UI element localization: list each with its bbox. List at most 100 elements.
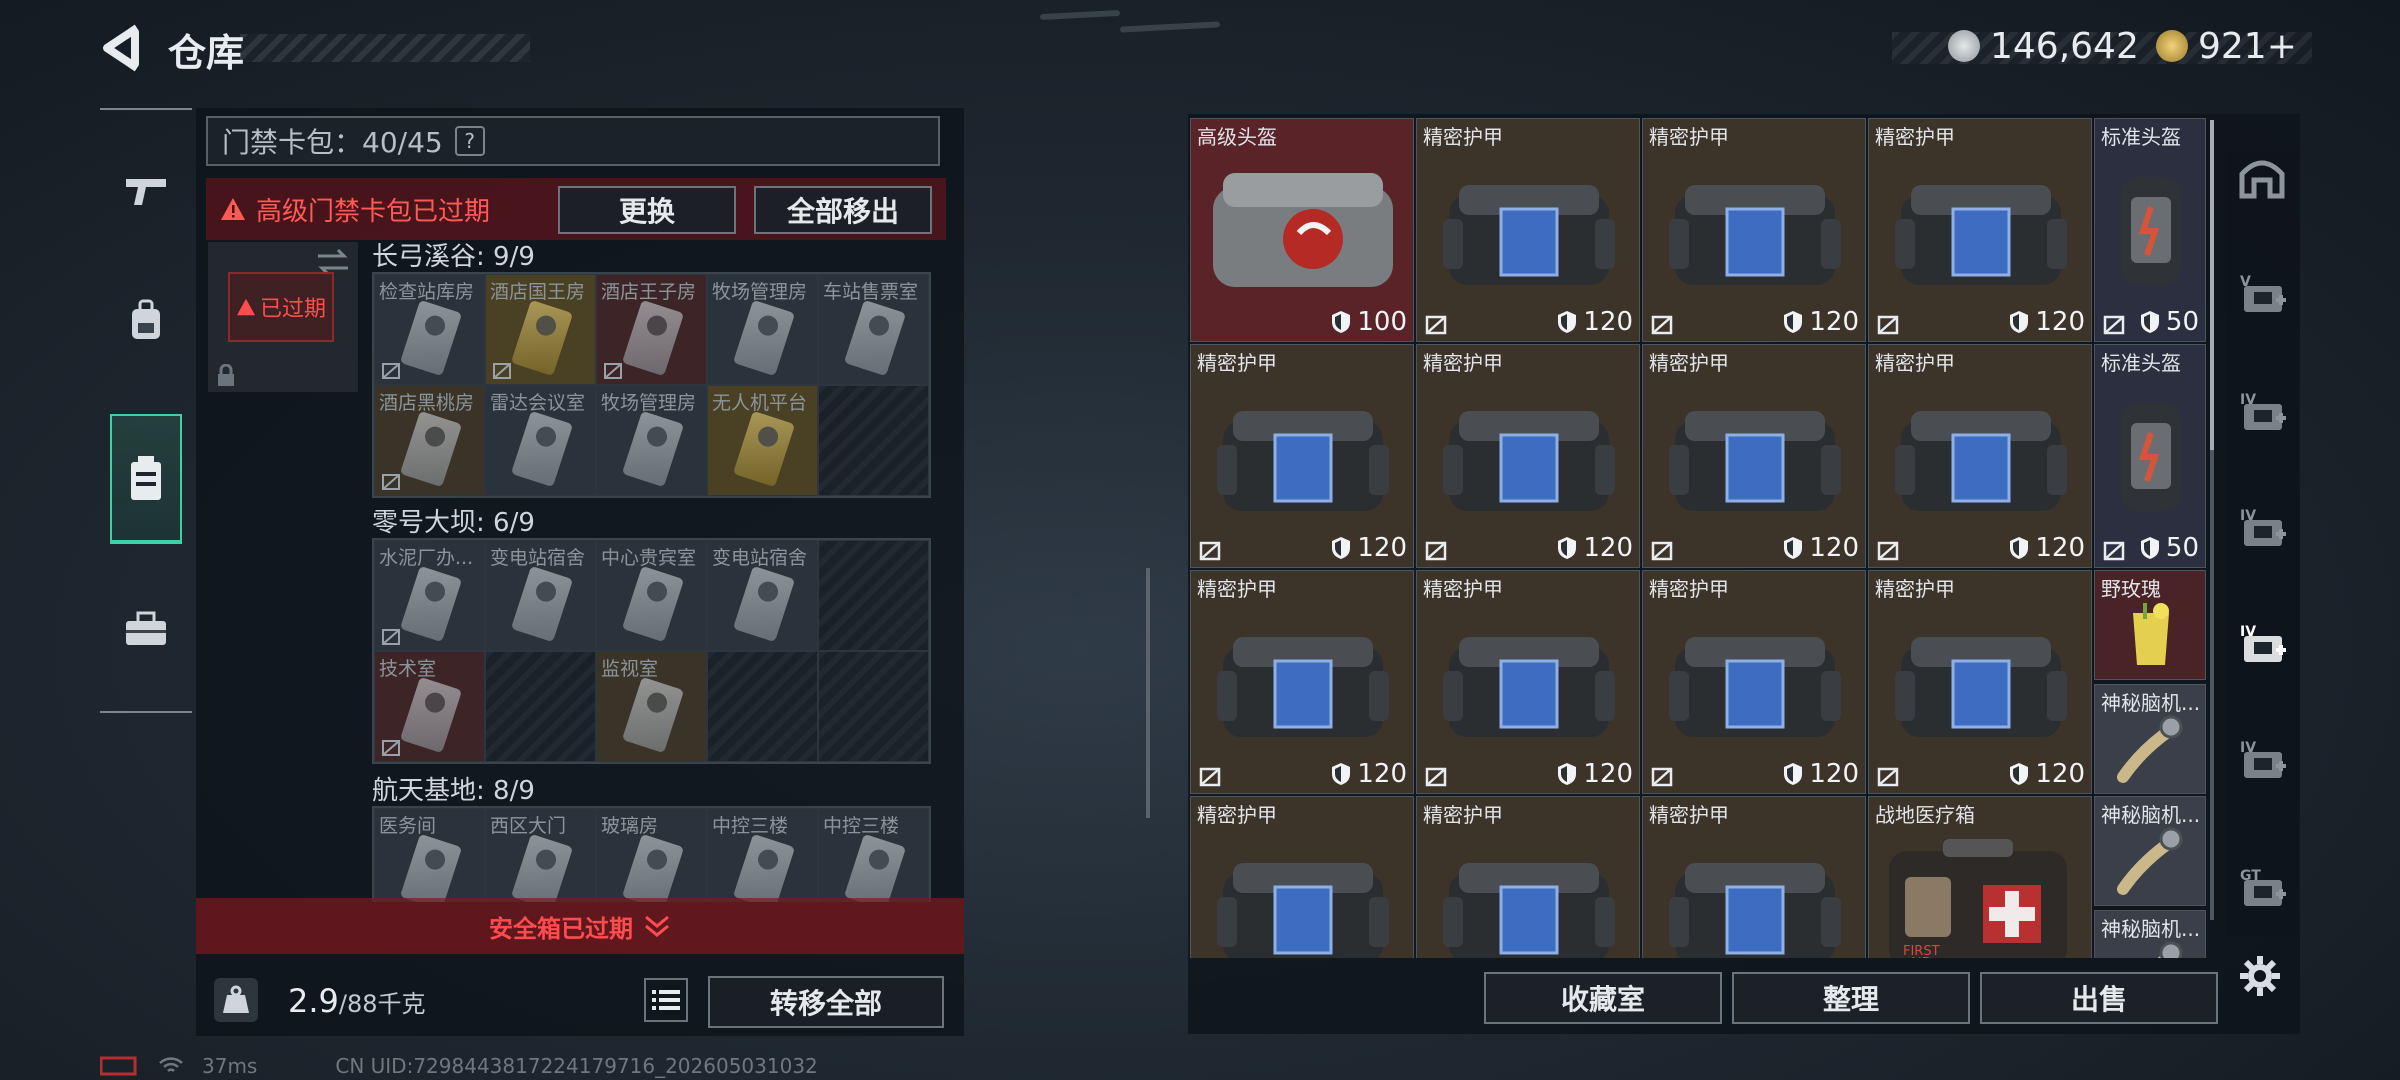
no-durability-icon	[1199, 767, 1221, 787]
keycard-slot[interactable]: 无人机平台	[707, 385, 818, 496]
nav-tab-iv-c[interactable]: IV	[2234, 616, 2290, 672]
armor-vest-icon	[1895, 185, 2067, 285]
keycard-scrollbar[interactable]	[1146, 568, 1150, 818]
storage-item[interactable]: 精密护甲 120	[1190, 344, 1414, 568]
sell-button[interactable]: 出售	[1980, 972, 2218, 1024]
keycard-label: 中控三楼	[823, 815, 900, 837]
keycard-slot[interactable]: 中心贵宾室	[596, 540, 707, 651]
empty-slot[interactable]	[485, 651, 596, 762]
armor-vest-icon	[1443, 185, 1615, 285]
nav-weapons[interactable]	[110, 126, 182, 256]
no-durability-icon	[382, 474, 400, 490]
storage-item[interactable]: 神秘脑机...	[2094, 796, 2206, 906]
empty-slot[interactable]	[707, 651, 818, 762]
keycard-list[interactable]: 已过期 长弓溪谷: 9/9 检查站库房 酒店国王房 酒店王子房 牧场管理房 车站售票室 酒店…	[196, 242, 952, 902]
durability-value: 120	[1809, 533, 1859, 563]
storage-item[interactable]: 精密护甲 120	[1642, 570, 1866, 794]
shield-icon	[2140, 311, 2159, 333]
page-title: 仓库	[168, 31, 245, 75]
backpack-icon	[132, 299, 160, 339]
keycard-slot[interactable]: 医务间	[374, 808, 485, 902]
nav-tab-iv-a[interactable]: IV	[2234, 384, 2290, 440]
empty-slot[interactable]	[818, 385, 929, 496]
list-view-button[interactable]	[644, 978, 688, 1022]
nav-tab-iv-d[interactable]: IV	[2234, 732, 2290, 788]
nav-keycards[interactable]	[110, 414, 182, 544]
nav-equipment[interactable]	[110, 256, 182, 386]
storage-scroll-thumb[interactable]	[2210, 120, 2214, 450]
keycard-slot[interactable]: 玻璃房	[596, 808, 707, 902]
keycard-slot[interactable]: 酒店黑桃房	[374, 385, 485, 496]
armor-vest-icon	[1669, 185, 1841, 285]
storage-item[interactable]: 高级头盔 100	[1190, 118, 1414, 342]
storage-item[interactable]: 精密护甲 120	[1642, 344, 1866, 568]
no-durability-icon	[382, 363, 400, 379]
keycard-bag-slot[interactable]: 已过期	[208, 242, 358, 392]
keycard-slot[interactable]: 检查站库房	[374, 274, 485, 385]
transfer-all-button[interactable]: 转移全部	[708, 976, 944, 1028]
collection-room-button[interactable]: 收藏室	[1484, 972, 1722, 1024]
keycard-slot[interactable]: 西区大门	[485, 808, 596, 902]
storage-grid[interactable]: 高级头盔 100 精密护甲 120 精密护甲 120 精密护甲 120 标准头盔 50 精密护甲 12…	[1190, 118, 2206, 958]
keycard-slot[interactable]: 中控三楼	[707, 808, 818, 902]
storage-item[interactable]: 精密护甲 120	[1190, 570, 1414, 794]
nav-tab-home[interactable]	[2234, 150, 2290, 206]
storage-item[interactable]: 标准头盔 50	[2094, 118, 2206, 342]
keycard-slot[interactable]: 变电站宿舍	[485, 540, 596, 651]
keycard-slot[interactable]: 水泥厂办...	[374, 540, 485, 651]
storage-item[interactable]: 精密护甲 120	[1642, 118, 1866, 342]
empty-slot[interactable]	[818, 540, 929, 651]
keycard-label: 监视室	[601, 658, 659, 680]
keycard-slot[interactable]: 酒店国王房	[485, 274, 596, 385]
keycard-slot[interactable]: 车站售票室	[818, 274, 929, 385]
shield-icon	[1784, 311, 1803, 333]
armor-vest-icon	[1217, 863, 1389, 958]
keycard-slot[interactable]: 技术室	[374, 651, 485, 762]
keycard-slot[interactable]: 雷达会议室	[485, 385, 596, 496]
nav-supplies[interactable]	[110, 564, 182, 694]
item-name: 野玫瑰	[2101, 577, 2161, 601]
keycard-label: 变电站宿舍	[490, 547, 586, 569]
gun-icon	[126, 179, 166, 205]
safe-box-expired-bar[interactable]: 安全箱已过期	[196, 898, 964, 954]
keycard-slot[interactable]: 牧场管理房	[707, 274, 818, 385]
keycard-slot[interactable]: 牧场管理房	[596, 385, 707, 496]
keycard-slot[interactable]: 酒店王子房	[596, 274, 707, 385]
storage-item[interactable]: 神秘脑机...	[2094, 910, 2206, 958]
empty-slot[interactable]	[818, 651, 929, 762]
item-name: 精密护甲	[1649, 351, 1729, 375]
item-name: 精密护甲	[1423, 125, 1503, 149]
storage-item[interactable]: 精密护甲 120	[1868, 118, 2092, 342]
keycard-slot[interactable]: 中控三楼	[818, 808, 929, 902]
storage-item[interactable]: 精密护甲	[1416, 796, 1640, 958]
keycard-slot[interactable]: 变电站宿舍	[707, 540, 818, 651]
storage-item[interactable]: 精密护甲	[1190, 796, 1414, 958]
back-button[interactable]	[98, 22, 148, 74]
no-durability-icon	[1877, 315, 1899, 335]
help-button[interactable]: ?	[454, 126, 485, 156]
storage-item[interactable]: 精密护甲 120	[1416, 344, 1640, 568]
storage-item[interactable]: 精密护甲 120	[1416, 570, 1640, 794]
no-durability-icon	[1877, 541, 1899, 561]
storage-item[interactable]: 野玫瑰	[2094, 570, 2206, 680]
sort-button[interactable]: 整理	[1732, 972, 1970, 1024]
storage-item[interactable]: 精密护甲 120	[1416, 118, 1640, 342]
item-name: 标准头盔	[2101, 351, 2181, 375]
nav-tab-v[interactable]: V	[2234, 266, 2290, 322]
storage-item[interactable]: 神秘脑机...	[2094, 684, 2206, 794]
replace-button[interactable]: 更换	[558, 186, 736, 234]
storage-item[interactable]: 精密护甲	[1642, 796, 1866, 958]
storage-item[interactable]: 精密护甲 120	[1868, 344, 2092, 568]
nav-tab-gt[interactable]: GT	[2234, 860, 2290, 916]
nav-tab-iv-b[interactable]: IV	[2234, 500, 2290, 556]
brain-chip-icon	[2117, 715, 2183, 783]
settings-button[interactable]	[2232, 948, 2288, 1004]
storage-item[interactable]: 精密护甲 120	[1868, 570, 2092, 794]
storage-item[interactable]: 标准头盔 50	[2094, 344, 2206, 568]
remove-all-button[interactable]: 全部移出	[754, 186, 932, 234]
back-arrow-icon	[103, 24, 140, 72]
durability-readout: 120	[1557, 307, 1633, 337]
keycard-slot[interactable]: 监视室	[596, 651, 707, 762]
tab-level-label: IV	[2240, 392, 2256, 408]
storage-item[interactable]: 战地医疗箱 FIRST AID	[1868, 796, 2092, 958]
